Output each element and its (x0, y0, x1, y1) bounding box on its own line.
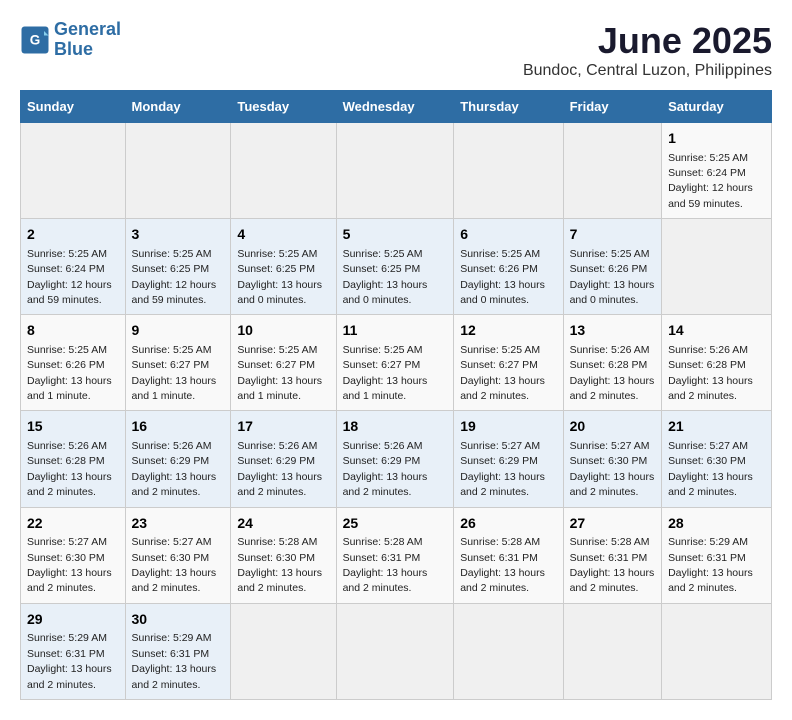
empty-cell (231, 123, 336, 219)
calendar-row: 2Sunrise: 5:25 AMSunset: 6:24 PMDaylight… (21, 219, 772, 315)
calendar-cell: 12Sunrise: 5:25 AMSunset: 6:27 PMDayligh… (454, 315, 563, 411)
calendar-cell: 27Sunrise: 5:28 AMSunset: 6:31 PMDayligh… (563, 507, 662, 603)
calendar-cell: 20Sunrise: 5:27 AMSunset: 6:30 PMDayligh… (563, 411, 662, 507)
logo-text: General Blue (54, 20, 121, 60)
calendar-cell: 2Sunrise: 5:25 AMSunset: 6:24 PMDaylight… (21, 219, 126, 315)
calendar-row: 1Sunrise: 5:25 AMSunset: 6:24 PMDaylight… (21, 123, 772, 219)
calendar-cell (662, 603, 772, 699)
header-cell-saturday: Saturday (662, 91, 772, 123)
calendar-cell: 22Sunrise: 5:27 AMSunset: 6:30 PMDayligh… (21, 507, 126, 603)
empty-cell (21, 123, 126, 219)
subtitle: Bundoc, Central Luzon, Philippines (523, 62, 772, 80)
calendar-cell: 10Sunrise: 5:25 AMSunset: 6:27 PMDayligh… (231, 315, 336, 411)
header-cell-friday: Friday (563, 91, 662, 123)
svg-text:G: G (30, 32, 41, 47)
calendar-cell: 24Sunrise: 5:28 AMSunset: 6:30 PMDayligh… (231, 507, 336, 603)
calendar-row: 8Sunrise: 5:25 AMSunset: 6:26 PMDaylight… (21, 315, 772, 411)
calendar-cell: 7Sunrise: 5:25 AMSunset: 6:26 PMDaylight… (563, 219, 662, 315)
calendar-cell: 13Sunrise: 5:26 AMSunset: 6:28 PMDayligh… (563, 315, 662, 411)
calendar-cell: 25Sunrise: 5:28 AMSunset: 6:31 PMDayligh… (336, 507, 454, 603)
title-area: June 2025 Bundoc, Central Luzon, Philipp… (523, 20, 772, 80)
header-cell-sunday: Sunday (21, 91, 126, 123)
calendar-cell (336, 603, 454, 699)
calendar-row: 22Sunrise: 5:27 AMSunset: 6:30 PMDayligh… (21, 507, 772, 603)
header-row: SundayMondayTuesdayWednesdayThursdayFrid… (21, 91, 772, 123)
calendar-cell (662, 219, 772, 315)
calendar-cell: 19Sunrise: 5:27 AMSunset: 6:29 PMDayligh… (454, 411, 563, 507)
calendar-cell: 1Sunrise: 5:25 AMSunset: 6:24 PMDaylight… (662, 123, 772, 219)
calendar-cell: 28Sunrise: 5:29 AMSunset: 6:31 PMDayligh… (662, 507, 772, 603)
header-cell-thursday: Thursday (454, 91, 563, 123)
header-cell-tuesday: Tuesday (231, 91, 336, 123)
calendar-cell: 26Sunrise: 5:28 AMSunset: 6:31 PMDayligh… (454, 507, 563, 603)
empty-cell (336, 123, 454, 219)
calendar-body: 1Sunrise: 5:25 AMSunset: 6:24 PMDaylight… (21, 123, 772, 700)
calendar-cell (231, 603, 336, 699)
calendar-cell: 3Sunrise: 5:25 AMSunset: 6:25 PMDaylight… (125, 219, 231, 315)
calendar-cell: 17Sunrise: 5:26 AMSunset: 6:29 PMDayligh… (231, 411, 336, 507)
logo-line1: General (54, 19, 121, 39)
logo-line2: Blue (54, 39, 93, 59)
header-cell-monday: Monday (125, 91, 231, 123)
calendar-cell: 14Sunrise: 5:26 AMSunset: 6:28 PMDayligh… (662, 315, 772, 411)
calendar-table: SundayMondayTuesdayWednesdayThursdayFrid… (20, 90, 772, 700)
logo-icon: G (20, 25, 50, 55)
calendar-cell: 29Sunrise: 5:29 AMSunset: 6:31 PMDayligh… (21, 603, 126, 699)
logo: G General Blue (20, 20, 121, 60)
calendar-cell: 15Sunrise: 5:26 AMSunset: 6:28 PMDayligh… (21, 411, 126, 507)
calendar-cell: 18Sunrise: 5:26 AMSunset: 6:29 PMDayligh… (336, 411, 454, 507)
main-title: June 2025 (523, 20, 772, 62)
calendar-cell: 6Sunrise: 5:25 AMSunset: 6:26 PMDaylight… (454, 219, 563, 315)
calendar-cell: 11Sunrise: 5:25 AMSunset: 6:27 PMDayligh… (336, 315, 454, 411)
calendar-cell: 21Sunrise: 5:27 AMSunset: 6:30 PMDayligh… (662, 411, 772, 507)
calendar-cell (454, 603, 563, 699)
calendar-cell: 8Sunrise: 5:25 AMSunset: 6:26 PMDaylight… (21, 315, 126, 411)
calendar-cell: 9Sunrise: 5:25 AMSunset: 6:27 PMDaylight… (125, 315, 231, 411)
calendar-row: 15Sunrise: 5:26 AMSunset: 6:28 PMDayligh… (21, 411, 772, 507)
empty-cell (563, 123, 662, 219)
page-header: G General Blue June 2025 Bundoc, Central… (20, 20, 772, 80)
calendar-header: SundayMondayTuesdayWednesdayThursdayFrid… (21, 91, 772, 123)
calendar-cell: 30Sunrise: 5:29 AMSunset: 6:31 PMDayligh… (125, 603, 231, 699)
calendar-cell: 5Sunrise: 5:25 AMSunset: 6:25 PMDaylight… (336, 219, 454, 315)
calendar-cell: 23Sunrise: 5:27 AMSunset: 6:30 PMDayligh… (125, 507, 231, 603)
calendar-cell: 16Sunrise: 5:26 AMSunset: 6:29 PMDayligh… (125, 411, 231, 507)
header-cell-wednesday: Wednesday (336, 91, 454, 123)
empty-cell (125, 123, 231, 219)
calendar-cell (563, 603, 662, 699)
calendar-cell: 4Sunrise: 5:25 AMSunset: 6:25 PMDaylight… (231, 219, 336, 315)
calendar-row: 29Sunrise: 5:29 AMSunset: 6:31 PMDayligh… (21, 603, 772, 699)
empty-cell (454, 123, 563, 219)
